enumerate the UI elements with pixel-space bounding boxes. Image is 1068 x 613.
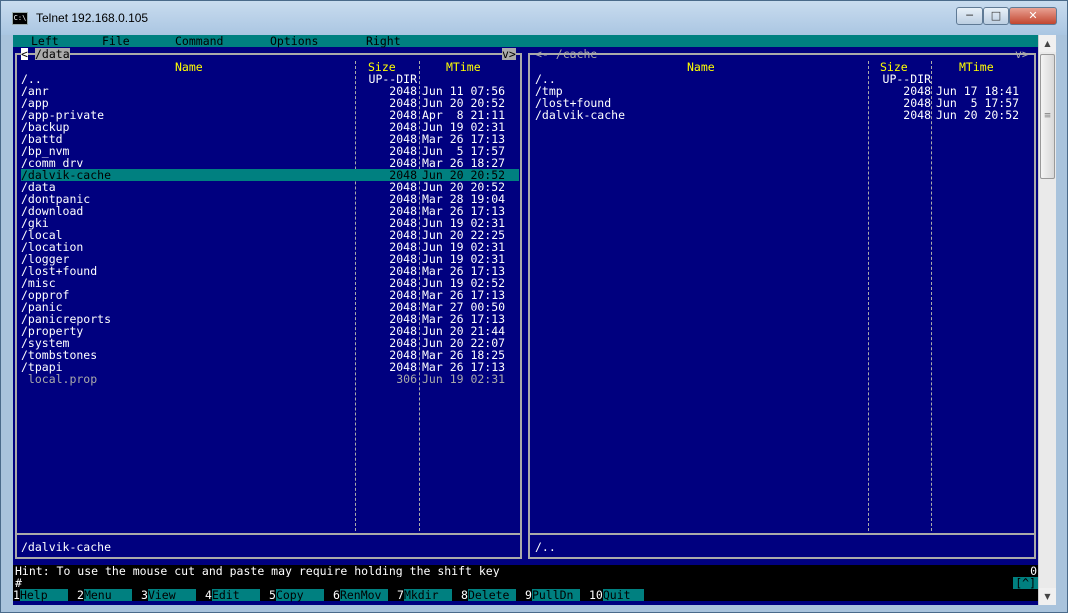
- right-panel-row[interactable]: /dalvik-cache 2048 Jun 20 20:52: [535, 109, 1033, 121]
- fkey-number: 2: [77, 588, 84, 602]
- fkey-label: Edit: [211, 589, 260, 601]
- menu-left[interactable]: Left: [31, 35, 59, 47]
- right-header-mtime[interactable]: MTime: [959, 61, 994, 73]
- menu-options[interactable]: Options: [270, 35, 318, 47]
- right-panel-left-border: [528, 53, 530, 559]
- scroll-thumb[interactable]: ≡: [1040, 54, 1055, 179]
- left-header-name[interactable]: Name: [175, 61, 203, 73]
- fkey-number: 7: [397, 588, 404, 602]
- minimize-button[interactable]: ─: [956, 7, 983, 25]
- menu-file[interactable]: File: [102, 35, 130, 47]
- right-panel-status: /..: [535, 540, 556, 554]
- mc-menubar: Left File Command Options Right: [13, 35, 1038, 47]
- right-panel-top-border: [528, 53, 1036, 55]
- right-panel-path[interactable]: <- /cache: [535, 48, 597, 60]
- maximize-button[interactable]: □: [983, 7, 1009, 25]
- fkey-renmov[interactable]: 6RenMov: [333, 589, 388, 601]
- fkey-number: 3: [141, 588, 148, 602]
- right-col-sep-mtime: [931, 61, 932, 531]
- left-panel-row[interactable]: local.prop 306 Jun 19 02:31: [21, 373, 519, 385]
- left-panel-top-border: [15, 53, 520, 55]
- fkey-help[interactable]: 1Help: [13, 589, 68, 601]
- fkey-label: View: [147, 589, 196, 601]
- file-mtime: Jun 20 20:52: [936, 108, 1020, 122]
- command-history-indicator[interactable]: [^]: [1013, 577, 1038, 589]
- fkey-number: 10: [589, 588, 603, 602]
- vertical-scrollbar[interactable]: ▲ ≡ ▼: [1038, 35, 1056, 605]
- left-panel-divider: [15, 533, 520, 535]
- terminal-area[interactable]: Left File Command Options Right < /data …: [13, 35, 1038, 605]
- file-name: /dalvik-cache: [535, 108, 626, 122]
- fkey-number: 5: [269, 588, 276, 602]
- fkey-quit[interactable]: 10Quit: [589, 589, 644, 601]
- left-panel-left-border: [15, 53, 17, 559]
- menu-command[interactable]: Command: [175, 35, 223, 47]
- left-panel-bottom-border: [15, 557, 520, 559]
- left-header-mtime[interactable]: MTime: [446, 61, 481, 73]
- right-header-name[interactable]: Name: [687, 61, 715, 73]
- fkey-number: 8: [461, 588, 468, 602]
- fkey-label: Menu: [83, 589, 132, 601]
- fkey-delete[interactable]: 8Delete: [461, 589, 516, 601]
- close-button[interactable]: ✕: [1009, 7, 1057, 25]
- right-panel-right-border: [1034, 53, 1036, 559]
- scroll-down-arrow[interactable]: ▼: [1039, 588, 1056, 605]
- scroll-up-arrow[interactable]: ▲: [1039, 35, 1056, 52]
- hint-bar: Hint: To use the mouse cut and paste may…: [13, 565, 1038, 577]
- menu-right[interactable]: Right: [366, 35, 401, 47]
- fkey-label: Mkdir: [403, 589, 452, 601]
- fkey-number: 9: [525, 588, 532, 602]
- fkey-edit[interactable]: 4Edit: [205, 589, 260, 601]
- window-title: Telnet 192.168.0.105: [36, 11, 149, 25]
- left-panel-right-border: [520, 53, 522, 559]
- right-panel-history-arrow[interactable]: v>: [1015, 48, 1029, 60]
- right-col-sep-size: [868, 61, 869, 531]
- fkey-label: Help: [19, 589, 68, 601]
- fkey-label: Delete: [467, 589, 516, 601]
- function-key-bar: 1Help 2Menu 3View 4Edit 5Copy 6RenMov 7Mkdir 8D…: [13, 589, 1038, 601]
- fkey-label: Quit: [602, 589, 644, 601]
- file-mtime: Jun 19 02:31: [422, 372, 506, 386]
- left-panel-status: /dalvik-cache: [21, 540, 112, 554]
- left-panel-back-arrow[interactable]: <: [21, 48, 28, 60]
- fkey-number: 1: [13, 588, 20, 602]
- right-panel-bottom-border: [528, 557, 1036, 559]
- file-size: 2048: [903, 108, 931, 122]
- fkey-label: Copy: [275, 589, 324, 601]
- title-bar[interactable]: C:\ Telnet 192.168.0.105 ─ □ ✕: [1, 1, 1067, 35]
- fkey-label: RenMov: [339, 589, 388, 601]
- left-panel-history-arrow[interactable]: v>: [502, 48, 516, 60]
- left-panel-path[interactable]: /data: [35, 48, 70, 60]
- fkey-pulldn[interactable]: 9PullDn: [525, 589, 580, 601]
- fkey-number: 6: [333, 588, 340, 602]
- fkey-mkdir[interactable]: 7Mkdir: [397, 589, 452, 601]
- fkey-menu[interactable]: 2Menu: [77, 589, 132, 601]
- file-size: 306: [396, 372, 417, 386]
- hint-text: Hint: To use the mouse cut and paste may…: [15, 564, 500, 578]
- fkey-copy[interactable]: 5Copy: [269, 589, 324, 601]
- fkey-number: 4: [205, 588, 212, 602]
- fkey-label: PullDn: [531, 589, 580, 601]
- telnet-window: C:\ Telnet 192.168.0.105 ─ □ ✕ Left File…: [0, 0, 1068, 613]
- console-icon: C:\: [12, 12, 28, 25]
- file-name: local.prop: [21, 372, 98, 386]
- right-panel-divider: [528, 533, 1036, 535]
- fkey-view[interactable]: 3View: [141, 589, 196, 601]
